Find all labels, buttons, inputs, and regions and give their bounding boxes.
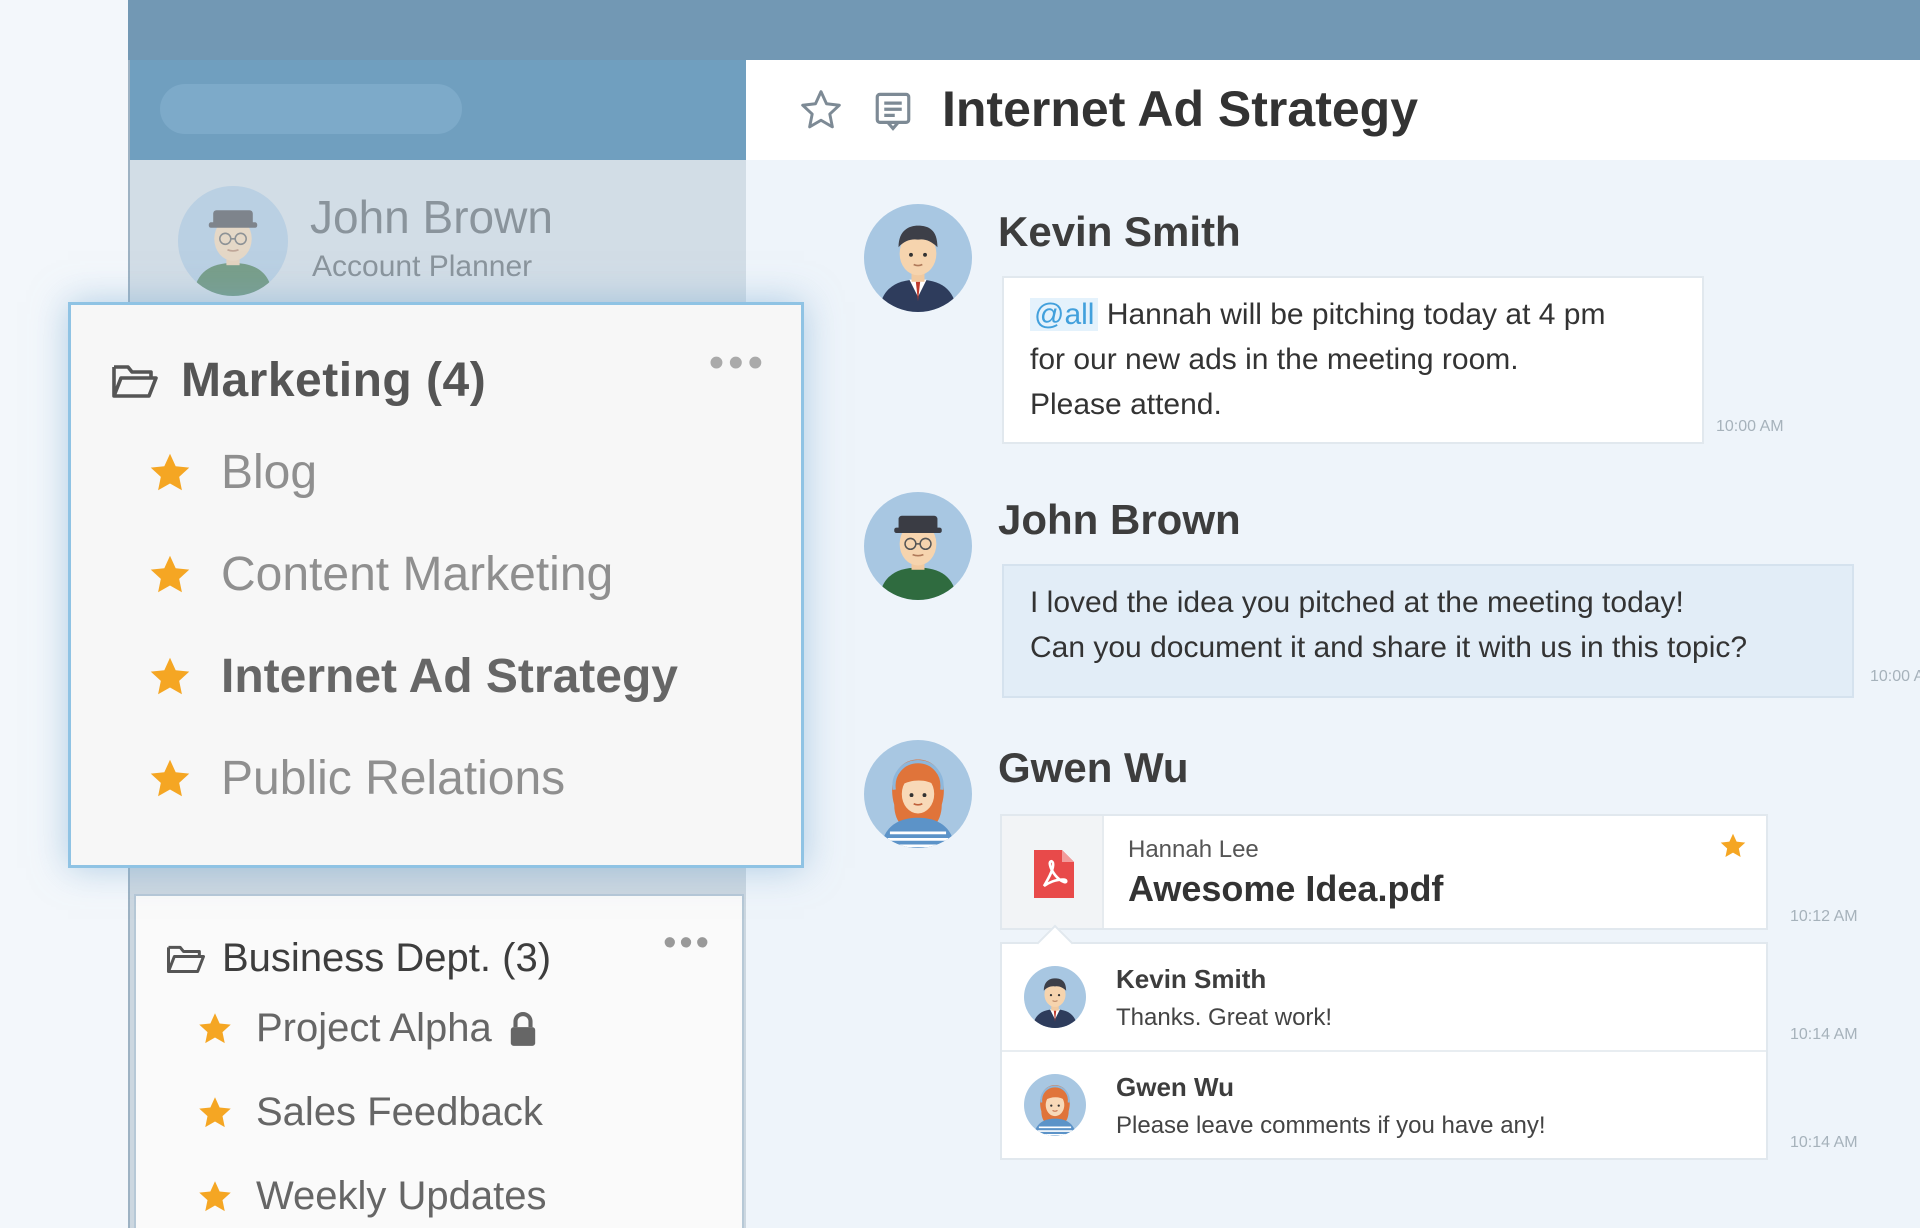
folder-title: Business Dept. (3) <box>222 936 552 980</box>
profile-name: John Brown <box>310 191 553 243</box>
star-icon[interactable] <box>147 655 193 699</box>
avatar[interactable] <box>1024 1074 1086 1136</box>
star-icon[interactable] <box>147 757 193 801</box>
topic-label: Internet Ad Strategy <box>221 650 678 703</box>
message-bubble: I loved the idea you pitched at the meet… <box>1002 564 1854 698</box>
topic-label: Project Alpha <box>256 1006 492 1050</box>
comment-time: 10:14 AM <box>1790 1134 1858 1151</box>
avatar[interactable] <box>864 492 972 600</box>
comment-author[interactable]: Kevin Smith <box>1116 964 1266 995</box>
avatar[interactable] <box>1024 966 1086 1028</box>
comment-text: Thanks. Great work! <box>1116 1004 1333 1031</box>
topic-label: Public Relations <box>221 752 566 805</box>
topic-project-alpha[interactable]: Project Alpha <box>196 1006 538 1051</box>
pdf-icon <box>1032 848 1076 900</box>
topic-label: Content Marketing <box>221 548 614 601</box>
topic-content-marketing[interactable]: Content Marketing <box>147 547 613 602</box>
folder-header[interactable]: Business Dept. (3) <box>166 936 551 981</box>
message-bubble: @all Hannah will be pitching today at 4 … <box>1002 276 1704 444</box>
avatar <box>178 186 288 296</box>
search-input[interactable] <box>160 84 462 134</box>
topic-header: Internet Ad Strategy <box>746 60 1920 160</box>
folder-icon <box>166 942 206 976</box>
main-panel: Internet Ad Strategy Kevin Smith @all Ha… <box>746 60 1920 1228</box>
topic-icon[interactable] <box>872 90 914 132</box>
topic-internet-ad-strategy[interactable]: Internet Ad Strategy <box>147 649 678 704</box>
user-profile[interactable]: John Brown Account Planner <box>130 160 746 320</box>
topic-label: Sales Feedback <box>256 1090 543 1134</box>
file-icon-box <box>1002 816 1104 928</box>
message-author[interactable]: John Brown <box>998 496 1241 544</box>
star-icon[interactable] <box>798 88 844 132</box>
comment-time: 10:14 AM <box>1790 1026 1858 1043</box>
message-text: Can you document it and share it with us… <box>1030 631 1748 664</box>
message-author[interactable]: Gwen Wu <box>998 744 1189 792</box>
profile-role: Account Planner <box>312 250 533 283</box>
star-icon[interactable] <box>147 451 193 495</box>
star-icon[interactable] <box>196 1011 234 1047</box>
folder-business-dept: Business Dept. (3) ••• Project Alpha Sal… <box>134 894 744 1228</box>
avatar[interactable] <box>864 740 972 848</box>
star-icon[interactable] <box>196 1179 234 1215</box>
topic-label: Weekly Updates <box>256 1174 547 1218</box>
file-comments: Kevin Smith Thanks. Great work! Gwen Wu … <box>1000 942 1768 1160</box>
top-bar <box>128 0 1920 60</box>
topic-blog[interactable]: Blog <box>147 445 317 500</box>
message-text: Hannah will be pitching today at 4 pm <box>1106 298 1606 331</box>
file-name[interactable]: Awesome Idea.pdf <box>1128 868 1443 910</box>
star-icon[interactable] <box>1718 832 1748 860</box>
folder-marketing-popup: Marketing (4) ••• Blog Content Marketing… <box>68 302 804 868</box>
avatar[interactable] <box>864 204 972 312</box>
comment-author[interactable]: Gwen Wu <box>1116 1072 1234 1103</box>
comment-item: Kevin Smith Thanks. Great work! <box>1002 944 1766 1050</box>
topic-public-relations[interactable]: Public Relations <box>147 751 565 806</box>
topic-sales-feedback[interactable]: Sales Feedback <box>196 1090 543 1135</box>
lock-icon <box>508 1009 538 1049</box>
folder-header[interactable]: Marketing (4) <box>111 353 486 408</box>
folder-icon <box>111 361 159 401</box>
more-icon[interactable]: ••• <box>663 924 712 962</box>
more-icon[interactable]: ••• <box>709 341 767 385</box>
message-text: for our new ads in the meeting room. <box>1030 343 1519 376</box>
star-icon[interactable] <box>196 1095 234 1131</box>
comment-text: Please leave comments if you have any! <box>1116 1112 1546 1139</box>
topic-label: Blog <box>221 446 318 499</box>
comment-item: Gwen Wu Please leave comments if you hav… <box>1002 1050 1766 1156</box>
star-icon[interactable] <box>147 553 193 597</box>
message-time: 10:12 AM <box>1790 908 1858 925</box>
file-attachment[interactable]: Hannah Lee Awesome Idea.pdf <box>1000 814 1768 930</box>
page-title: Internet Ad Strategy <box>942 81 1419 137</box>
message-text: Please attend. <box>1030 388 1222 421</box>
folder-title: Marketing (4) <box>181 354 487 407</box>
message-author[interactable]: Kevin Smith <box>998 208 1241 256</box>
file-uploader: Hannah Lee <box>1128 836 1259 863</box>
sidebar-header <box>130 60 746 160</box>
topic-weekly-updates[interactable]: Weekly Updates <box>196 1174 547 1219</box>
mention[interactable]: @all <box>1030 298 1099 331</box>
message-time: 10:00 AM <box>1870 668 1920 685</box>
message-text: I loved the idea you pitched at the meet… <box>1030 586 1684 619</box>
message-time: 10:00 AM <box>1716 418 1784 435</box>
